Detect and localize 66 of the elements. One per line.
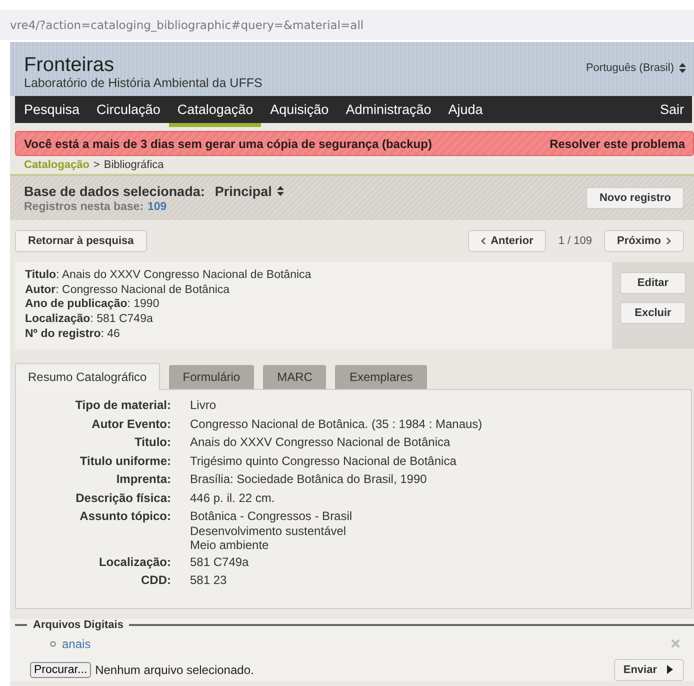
tab[interactable]: Formulário [168, 365, 254, 389]
field-value: 581 23 [190, 573, 227, 588]
site-subtitle: Laboratório de História Ambiental da UFFS [24, 76, 262, 90]
next-button[interactable]: Próximo [604, 230, 684, 252]
chevron-right-icon [666, 237, 671, 245]
record-field: Titulo: Anais do XXXV Congresso Nacional de Botânica [25, 268, 602, 283]
breadcrumb-current: Bibliográfica [104, 159, 164, 171]
database-selector[interactable]: Principal [214, 184, 284, 198]
field-label: Localização: [98, 554, 171, 570]
site-title[interactable]: Fronteiras [24, 54, 262, 76]
sort-icon [679, 63, 686, 73]
record-count-label: Registros nesta base: [24, 200, 144, 212]
record-field: Autor: Congresso Nacional de Botânica [25, 282, 602, 298]
chevron-left-icon [480, 237, 486, 245]
field-label: Titulo uniforme: [78, 452, 171, 470]
language-selector[interactable]: Português (Brasil) [586, 58, 686, 78]
record-field: Localização: 581 C749a [25, 312, 602, 327]
field-value: Botânica - Congressos - Brasil [190, 509, 352, 524]
field-value: Anais do XXXV Congresso Nacional de Botânica [190, 435, 450, 450]
field-label: Descrição física: [74, 490, 171, 506]
nav-item[interactable]: Pesquisa [24, 96, 80, 123]
tab[interactable]: Resumo Catalográfico [15, 363, 160, 390]
field-value: Brasília: Sociedade Botânica do Brasil, 1990 [190, 472, 427, 486]
breadcrumb-separator: > [93, 159, 100, 171]
new-record-button[interactable]: Novo registro [586, 187, 684, 209]
field-label: Autor Evento: [90, 416, 171, 432]
field-value: Trigésimo quinto Congresso Nacional de Botânica [190, 454, 456, 468]
nav-item[interactable]: Circulação [96, 96, 160, 123]
send-button[interactable]: Enviar [614, 658, 684, 680]
alert-message: Você está a mais de 3 dias sem gerar uma cópia de segurança (backup) [24, 136, 432, 150]
sort-icon [276, 186, 284, 196]
field-value: Congresso Nacional de Botânica. (35 : 1984 : Manaus) [190, 416, 482, 431]
file-status: Nenhum arquivo selecionado. [95, 662, 254, 676]
record-count: 109 [148, 200, 167, 212]
field-label: Imprenta: [115, 471, 171, 488]
record-action-button[interactable]: Editar [620, 272, 686, 294]
field-label: CDD: [140, 572, 171, 589]
resolve-link[interactable]: Resolver este problema [550, 136, 685, 150]
field-label: Tipo de material: [74, 397, 171, 414]
logout-link[interactable]: Sair [660, 96, 684, 123]
record-field: Nº do registro: 46 [25, 326, 602, 342]
field-value: Meio ambiente [190, 538, 270, 552]
field-label: Assunto tópico: [78, 508, 171, 525]
browse-button[interactable]: Procurar... [30, 662, 92, 678]
close-icon[interactable] [671, 639, 680, 648]
tab[interactable]: Exemplares [335, 365, 427, 389]
field-value: Desenvolvimento sustentável [190, 524, 348, 538]
record-field: Ano de publicação: 1990 [25, 297, 602, 312]
back-to-search-button[interactable]: Retornar à pesquisa [15, 230, 147, 252]
field-label: Titulo: [134, 434, 171, 451]
section-legend: Arquivos Digitais [33, 618, 124, 630]
triangle-right-icon [667, 665, 673, 674]
record-action-button[interactable]: Excluir [620, 302, 686, 324]
file-link[interactable]: anais [62, 636, 91, 650]
tab[interactable]: MARC [263, 365, 326, 389]
nav-item[interactable]: Administração [346, 96, 432, 123]
bullet-icon [50, 640, 56, 646]
page-position: 1 / 109 [558, 235, 592, 247]
field-value: Livro [190, 398, 216, 412]
nav-item[interactable]: Ajuda [448, 96, 483, 123]
nav-item[interactable]: Catalogação [169, 96, 262, 127]
field-value: 581 C749a [190, 554, 249, 569]
nav-item[interactable]: Aquisição [270, 96, 329, 123]
database-label: Base de dados selecionada: [24, 184, 205, 198]
field-value: 446 p. il. 22 cm. [190, 490, 275, 505]
previous-button[interactable]: Anterior [468, 230, 546, 252]
